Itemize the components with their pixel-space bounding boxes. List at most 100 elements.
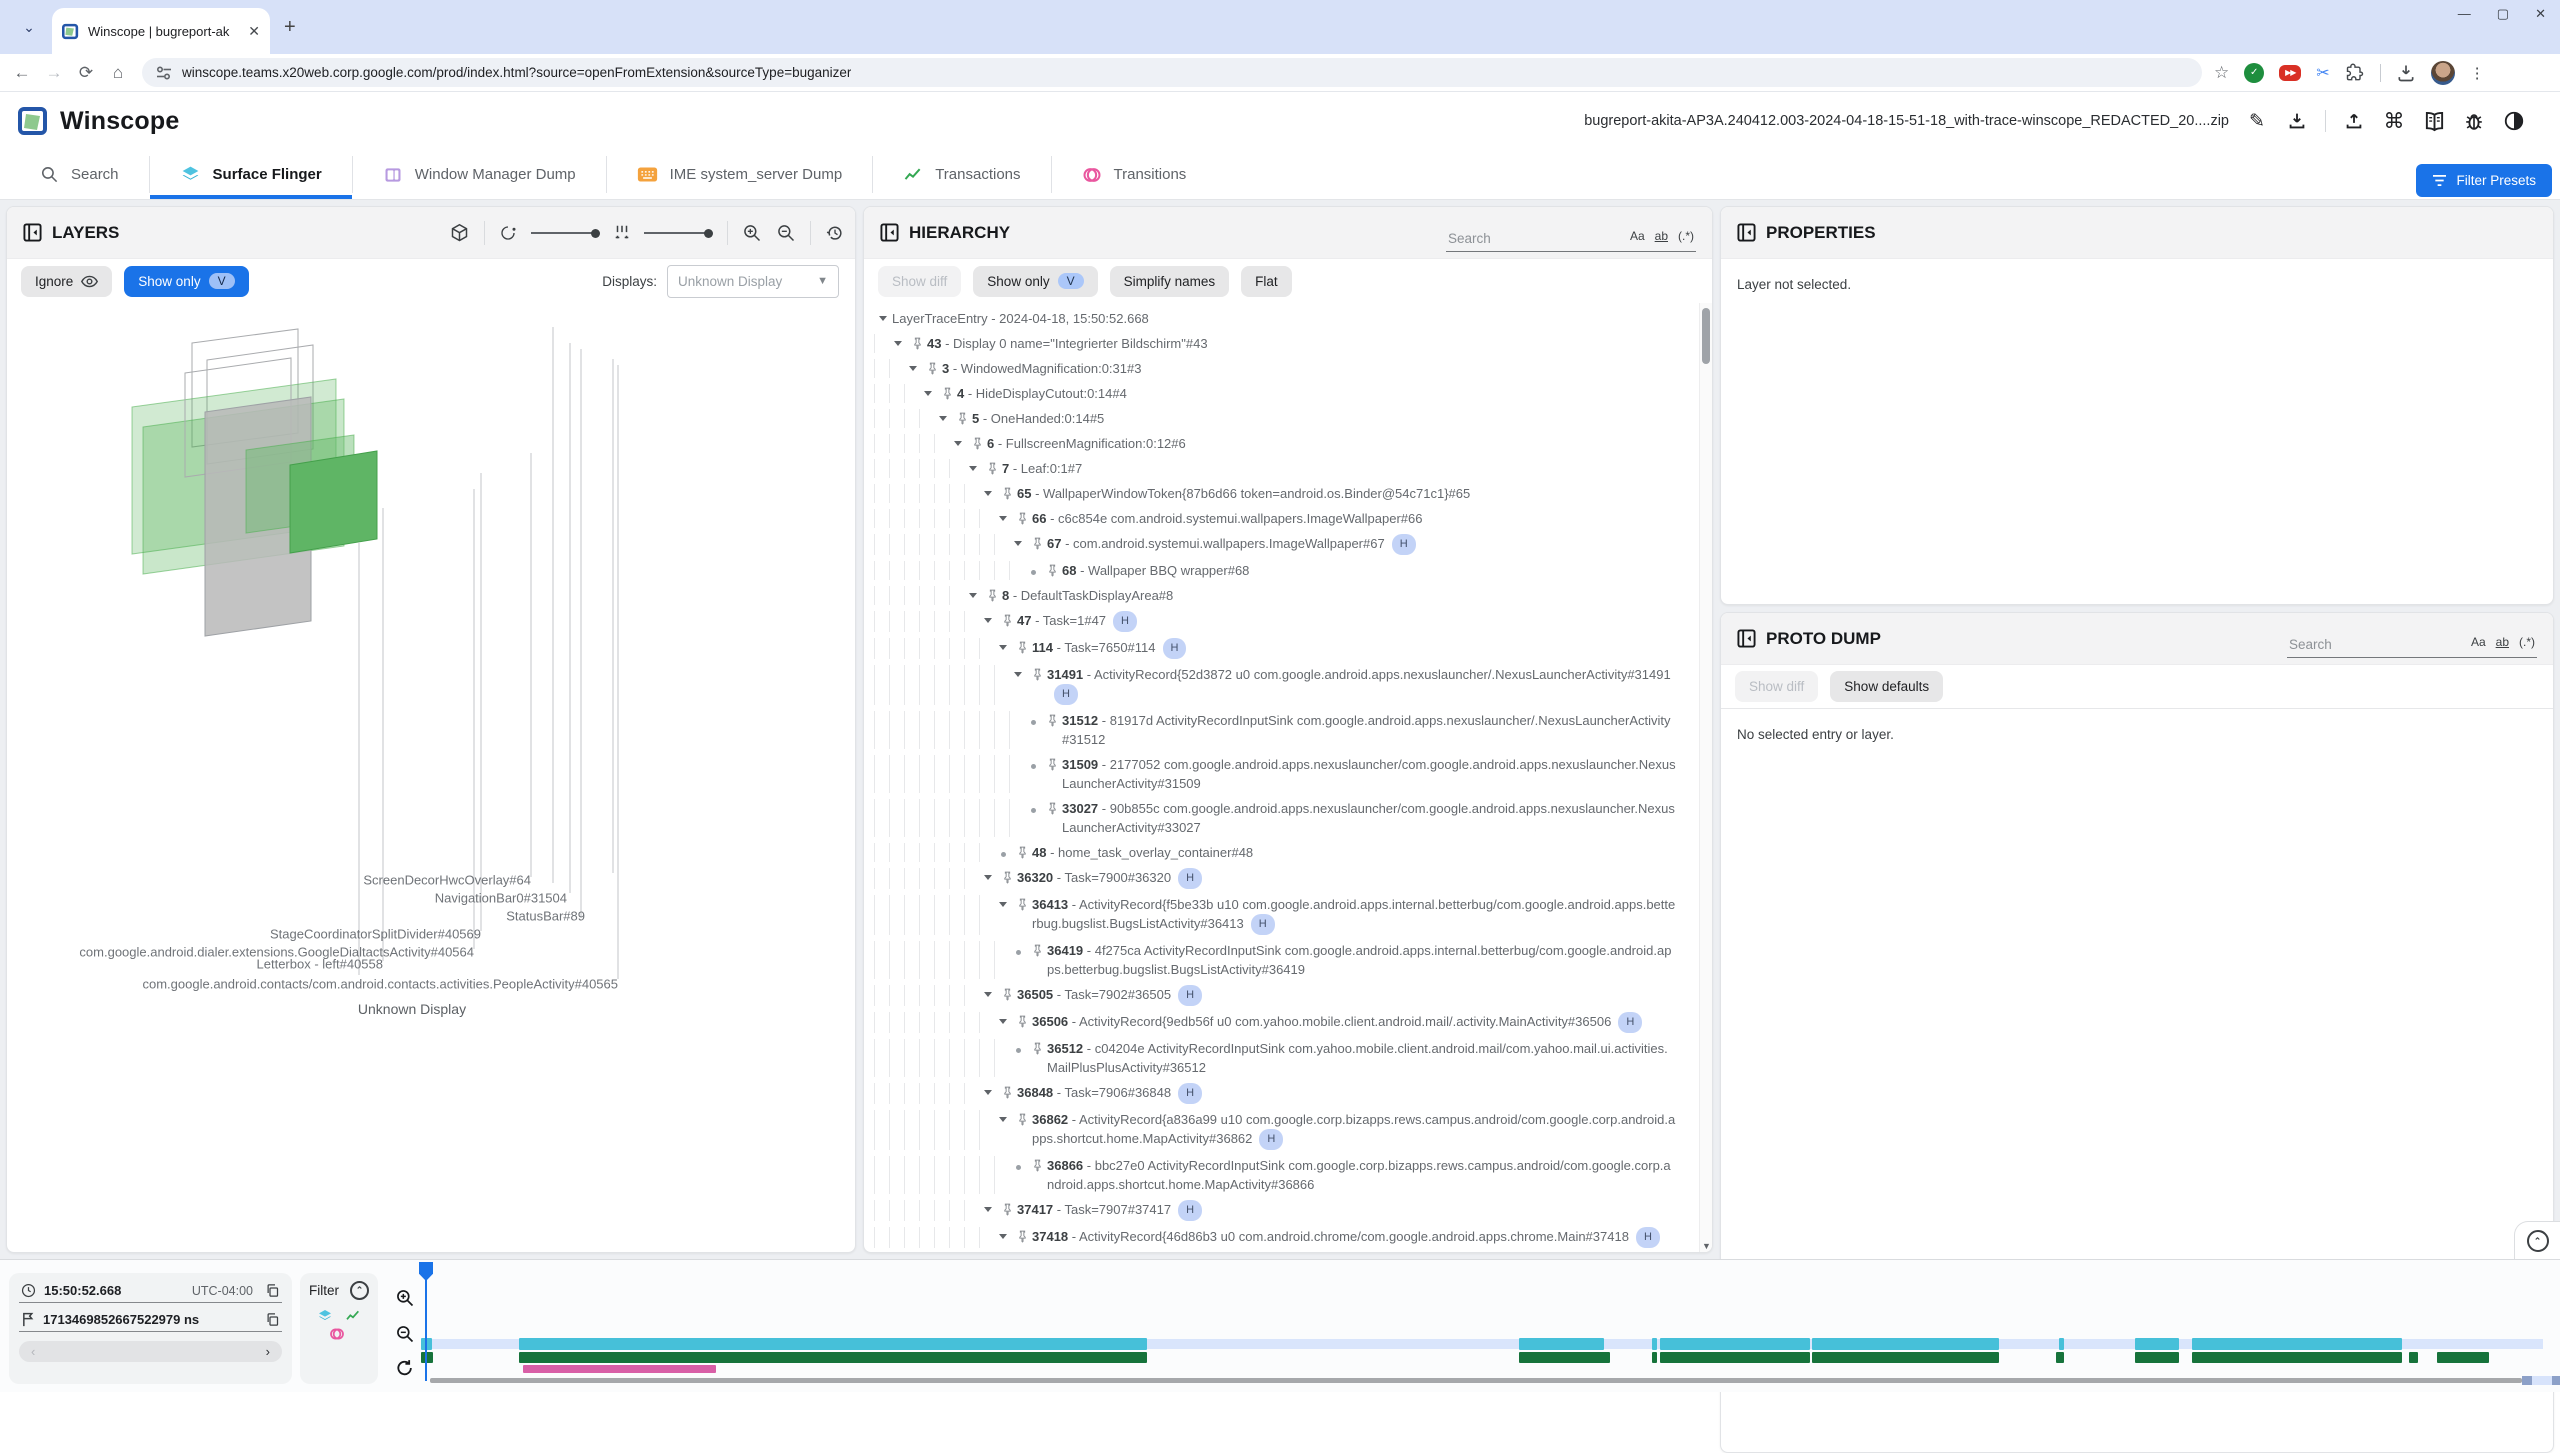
report-bug-icon[interactable] xyxy=(2462,109,2486,133)
pin-icon[interactable] xyxy=(952,409,972,425)
expand-chevron-icon[interactable] xyxy=(904,359,922,371)
tree-node[interactable]: 47 - Task=1#47H xyxy=(864,608,1700,635)
expand-chevron-icon[interactable] xyxy=(979,1083,997,1095)
reset-view-icon[interactable] xyxy=(825,223,845,243)
pin-icon[interactable] xyxy=(1027,665,1047,681)
pin-icon[interactable] xyxy=(1012,638,1032,654)
scroll-down-arrow-icon[interactable]: ▼ xyxy=(1700,1241,1713,1251)
tree-node[interactable]: 67 - com.android.systemui.wallpapers.Ima… xyxy=(864,531,1700,558)
pin-icon[interactable] xyxy=(1027,1156,1047,1172)
expand-chevron-icon[interactable] xyxy=(979,868,997,880)
panel-dock-icon[interactable] xyxy=(1737,629,1756,648)
expand-chevron-icon[interactable] xyxy=(1009,534,1027,546)
pin-icon[interactable] xyxy=(1027,941,1047,957)
rotation-icon[interactable] xyxy=(499,224,517,242)
previous-entry-icon[interactable]: ‹ xyxy=(31,1344,35,1359)
copy-icon[interactable] xyxy=(265,1312,280,1327)
pin-icon[interactable] xyxy=(1027,534,1047,550)
tree-node[interactable]: 31509 - 2177052 com.google.android.apps.… xyxy=(864,752,1700,796)
spacing-icon[interactable] xyxy=(614,224,630,242)
spacing-slider[interactable] xyxy=(644,229,713,238)
shortcuts-icon[interactable]: ⌘ xyxy=(2382,109,2406,133)
panel-dock-icon[interactable] xyxy=(880,223,899,242)
zoom-out-icon[interactable] xyxy=(776,223,796,243)
tab-close-icon[interactable]: ✕ xyxy=(248,23,260,40)
browser-tab[interactable]: Winscope | bugreport-ak ✕ xyxy=(52,8,270,54)
pin-icon[interactable] xyxy=(1012,843,1032,859)
regex-icon[interactable]: (.*) xyxy=(1678,229,1694,243)
expand-chevron-icon[interactable] xyxy=(994,509,1012,521)
tree-node[interactable]: 37418 - ActivityRecord{46d86b3 u0 com.an… xyxy=(864,1224,1700,1251)
tree-node[interactable]: 36862 - ActivityRecord{a836a99 u10 com.g… xyxy=(864,1107,1700,1153)
edit-icon[interactable]: ✎ xyxy=(2245,109,2269,133)
collapse-timeline-icon[interactable]: ⌃ xyxy=(2527,1230,2549,1252)
show-defaults-chip[interactable]: Show defaults xyxy=(1830,671,1943,702)
minimize-icon[interactable]: — xyxy=(2458,6,2471,22)
match-case-icon[interactable]: Aa xyxy=(2471,635,2486,649)
tree-node[interactable]: 65 - WallpaperWindowToken{87b6d66 token=… xyxy=(864,481,1700,506)
download-icon[interactable] xyxy=(2285,109,2309,133)
simplify-names-chip[interactable]: Simplify names xyxy=(1110,266,1230,297)
extension-play-icon[interactable]: ▶▶ xyxy=(2279,65,2301,81)
pin-icon[interactable] xyxy=(967,434,987,450)
layers-3d-canvas[interactable]: ScreenDecorHwcOverlay#64NavigationBar0#3… xyxy=(7,303,855,1252)
maximize-icon[interactable]: ▢ xyxy=(2497,6,2509,22)
dark-mode-icon[interactable] xyxy=(2502,109,2526,133)
expand-chevron-icon[interactable] xyxy=(874,309,892,321)
tree-node[interactable]: 36848 - Task=7906#36848H xyxy=(864,1080,1700,1107)
cursor-flag-icon[interactable] xyxy=(419,1262,433,1281)
match-word-icon[interactable]: ab xyxy=(1655,229,1668,243)
tree-node[interactable]: 36505 - Task=7902#36505H xyxy=(864,982,1700,1009)
timeline-canvas[interactable] xyxy=(420,1260,2560,1393)
pin-icon[interactable] xyxy=(1012,1012,1032,1028)
expand-chevron-icon[interactable] xyxy=(1009,665,1027,677)
expand-chevron-icon[interactable] xyxy=(994,895,1012,907)
expand-chevron-icon[interactable] xyxy=(949,434,967,446)
extensions-puzzle-icon[interactable] xyxy=(2345,63,2365,83)
tree-node[interactable]: 36413 - ActivityRecord{f5be33b u10 com.g… xyxy=(864,892,1700,938)
flat-chip[interactable]: Flat xyxy=(1241,266,1292,297)
pin-icon[interactable] xyxy=(1012,1110,1032,1126)
tab-transitions[interactable]: Transitions xyxy=(1052,150,1217,199)
pin-icon[interactable] xyxy=(1042,561,1062,577)
transactions-filter-icon[interactable] xyxy=(345,1308,361,1324)
tree-node[interactable]: 36512 - c04204e ActivityRecordInputSink … xyxy=(864,1036,1700,1080)
zoom-in-icon[interactable] xyxy=(742,223,762,243)
tab-surface-flinger[interactable]: Surface Flinger xyxy=(150,150,352,199)
filter-presets-button[interactable]: Filter Presets xyxy=(2416,164,2552,197)
expand-chevron-icon[interactable] xyxy=(979,611,997,623)
expand-chevron-icon[interactable] xyxy=(964,459,982,471)
tree-node[interactable]: 8 - DefaultTaskDisplayArea#8 xyxy=(864,583,1700,608)
tab-ime-system-server-dump[interactable]: IME system_server Dump xyxy=(607,150,873,199)
cube-3d-icon[interactable] xyxy=(449,223,470,244)
pin-icon[interactable] xyxy=(997,484,1017,500)
ignore-chip[interactable]: Ignore xyxy=(21,266,112,297)
expand-chevron-icon[interactable] xyxy=(994,1110,1012,1122)
site-info-icon[interactable] xyxy=(156,66,172,80)
tree-node[interactable]: 3 - WindowedMagnification:0:31#3 xyxy=(864,356,1700,381)
tree-node[interactable]: 68 - Wallpaper BBQ wrapper#68 xyxy=(864,558,1700,583)
panel-dock-icon[interactable] xyxy=(1737,223,1756,242)
filter-collapse-icon[interactable]: ⌃ xyxy=(350,1281,369,1300)
pin-icon[interactable] xyxy=(997,1200,1017,1216)
pin-icon[interactable] xyxy=(1042,799,1062,815)
expand-chevron-icon[interactable] xyxy=(964,586,982,598)
copy-icon[interactable] xyxy=(265,1283,280,1298)
reload-icon[interactable]: ⟳ xyxy=(70,63,102,83)
pin-icon[interactable] xyxy=(997,1083,1017,1099)
tab-search-chevron-icon[interactable]: ⌄ xyxy=(14,12,44,42)
pin-icon[interactable] xyxy=(982,586,1002,602)
transitions-filter-icon[interactable] xyxy=(329,1326,345,1342)
documentation-book-icon[interactable] xyxy=(2422,109,2446,133)
show-only-v-chip[interactable]: Show only V xyxy=(124,266,248,297)
tree-node[interactable]: 33027 - 90b855c com.google.android.apps.… xyxy=(864,796,1700,840)
profile-avatar[interactable] xyxy=(2431,61,2455,85)
tree-node[interactable]: 43 - Display 0 name="Integrierter Bildsc… xyxy=(864,331,1700,356)
expand-chevron-icon[interactable] xyxy=(979,484,997,496)
pin-icon[interactable] xyxy=(1042,755,1062,771)
match-word-icon[interactable]: ab xyxy=(2496,635,2509,649)
tree-node[interactable]: 48 - home_task_overlay_container#48 xyxy=(864,840,1700,865)
pin-icon[interactable] xyxy=(997,985,1017,1001)
tree-node[interactable]: LayerTraceEntry - 2024-04-18, 15:50:52.6… xyxy=(864,306,1700,331)
expand-chevron-icon[interactable] xyxy=(889,334,907,346)
